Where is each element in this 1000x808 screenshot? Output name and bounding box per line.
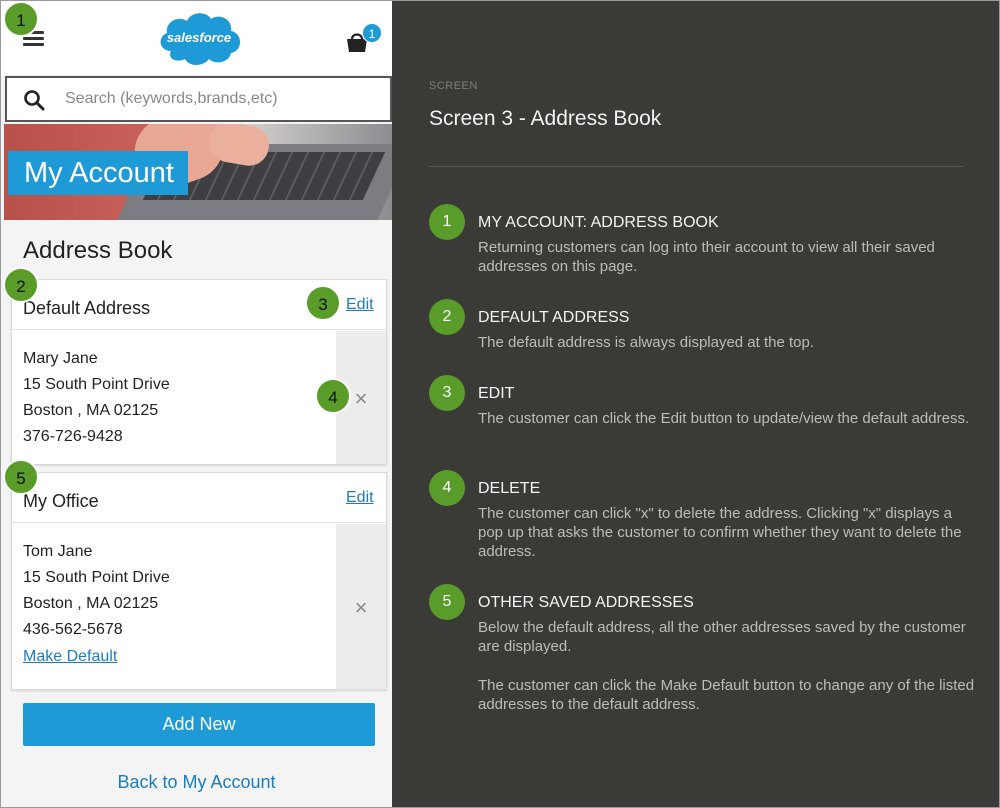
address-phone: 436-562-5678 (23, 621, 123, 638)
edit-link[interactable]: Edit (346, 489, 374, 507)
top-bar: salesforce 1 (1, 1, 392, 75)
make-default-link[interactable]: Make Default (23, 648, 117, 666)
delete-icon[interactable]: × (352, 597, 370, 619)
note-marker-4: 4 (429, 470, 465, 506)
note-marker-3: 3 (429, 375, 465, 411)
address-name: Mary Jane (23, 350, 98, 367)
callout-marker-5: 5 (3, 459, 39, 495)
mobile-screen: salesforce 1 My Account Address Book Def… (1, 1, 392, 807)
note-title: DELETE (478, 480, 541, 497)
add-new-button[interactable]: Add New (23, 703, 375, 746)
callout-marker-3: 3 (305, 285, 341, 321)
delete-column: × (336, 524, 386, 689)
note-title: DEFAULT ADDRESS (478, 309, 630, 326)
panel-eyebrow: SCREEN (429, 80, 478, 92)
note-1: MY ACCOUNT: ADDRESS BOOK Returning custo… (478, 214, 978, 276)
address-card-office: My Office Edit Tom Jane 15 South Point D… (11, 472, 387, 690)
note-text: The customer can click "x" to delete the… (478, 505, 962, 560)
note-2: DEFAULT ADDRESS The default address is a… (478, 309, 978, 352)
back-to-account-link[interactable]: Back to My Account (1, 772, 392, 793)
note-marker-1: 1 (429, 204, 465, 240)
note-text: Below the default address, all the other… (478, 619, 966, 655)
salesforce-logo[interactable]: salesforce (157, 9, 241, 67)
note-4: DELETE The customer can click "x" to del… (478, 480, 978, 561)
note-text: Returning customers can log into their a… (478, 239, 935, 275)
callout-marker-1: 1 (3, 1, 39, 37)
address-city: Boston , MA 02125 (23, 402, 159, 419)
address-details: Tom Jane 15 South Point Drive Boston , M… (23, 539, 170, 643)
note-title: MY ACCOUNT: ADDRESS BOOK (478, 214, 719, 231)
address-name: Tom Jane (23, 543, 93, 560)
address-street: 15 South Point Drive (23, 376, 170, 393)
address-city: Boston , MA 02125 (23, 595, 159, 612)
callout-marker-4: 4 (315, 378, 351, 414)
note-text: The default address is always displayed … (478, 334, 815, 351)
edit-link[interactable]: Edit (346, 296, 374, 314)
panel-title: Screen 3 - Address Book (429, 107, 662, 130)
note-text: The customer can click the Edit button t… (478, 410, 970, 427)
banner-title: My Account (8, 151, 188, 195)
note-title: EDIT (478, 385, 515, 402)
note-marker-5: 5 (429, 584, 465, 620)
annotation-panel: SCREEN Screen 3 - Address Book 1 MY ACCO… (392, 1, 999, 807)
address-title: Default Address (23, 298, 151, 318)
note-text: The customer can click the Make Default … (478, 677, 975, 713)
search-bar[interactable] (5, 76, 392, 122)
address-street: 15 South Point Drive (23, 569, 170, 586)
logo-text: salesforce (166, 30, 232, 45)
search-icon[interactable] (23, 89, 45, 111)
note-3: EDIT The customer can click the Edit but… (478, 385, 978, 428)
note-marker-2: 2 (429, 299, 465, 335)
callout-marker-2: 2 (3, 267, 39, 303)
page-title: Address Book (23, 237, 173, 264)
note-title: OTHER SAVED ADDRESSES (478, 594, 694, 611)
search-input[interactable] (65, 86, 385, 112)
address-title: My Office (23, 491, 99, 511)
note-5: OTHER SAVED ADDRESSES Below the default … (478, 594, 978, 714)
delete-icon[interactable]: × (352, 388, 370, 410)
address-details: Mary Jane 15 South Point Drive Boston , … (23, 346, 170, 450)
divider (429, 166, 963, 167)
cart-count-badge: 1 (362, 23, 382, 43)
card-header: My Office Edit (12, 473, 386, 523)
address-phone: 376-726-9428 (23, 428, 123, 445)
